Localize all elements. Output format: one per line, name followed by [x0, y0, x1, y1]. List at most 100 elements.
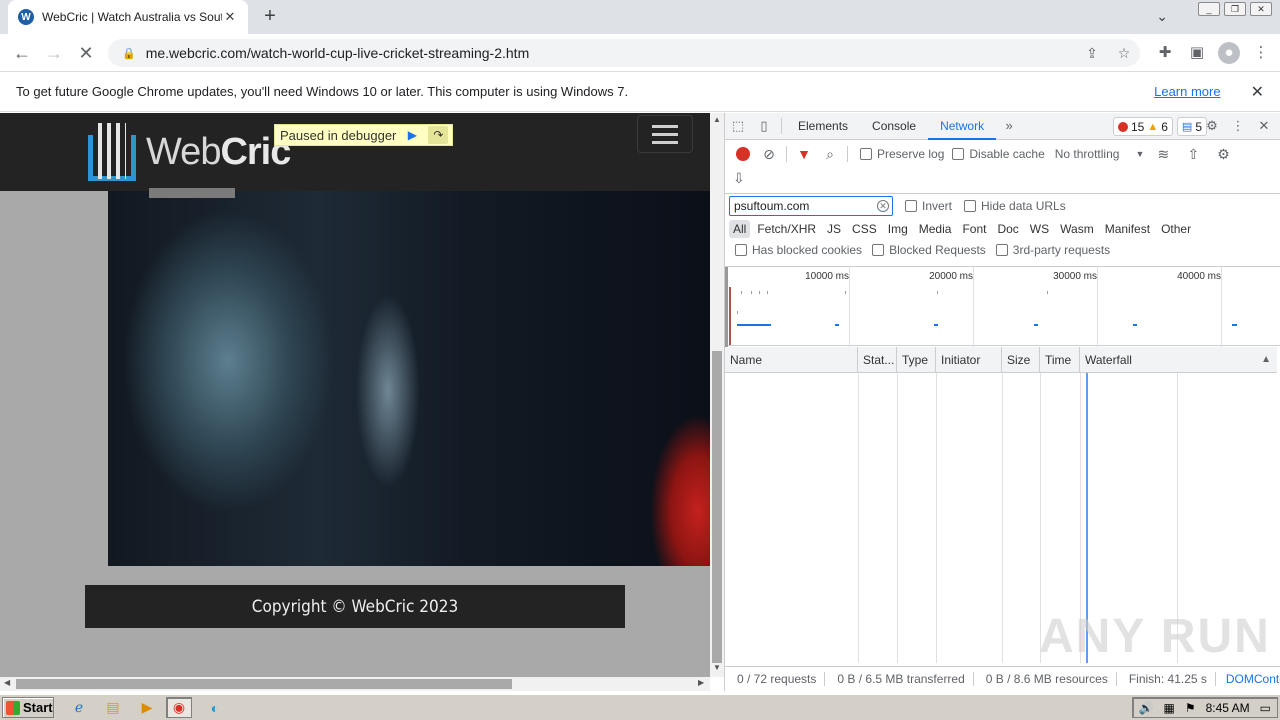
tab-network[interactable]: Network — [928, 113, 997, 140]
url-text[interactable]: me.webcric.com/watch-world-cup-live-cric… — [146, 45, 1076, 61]
clock[interactable]: 8:45 AM — [1206, 701, 1250, 715]
close-window-button[interactable]: ✕ — [1250, 2, 1272, 16]
filter-icon[interactable]: ▼ — [791, 146, 817, 162]
third-party-requests-checkbox[interactable]: 3rd-party requests — [995, 243, 1110, 257]
throttling-select[interactable]: No throttling — [1055, 147, 1120, 161]
tab-close-icon[interactable]: ✕ — [222, 9, 238, 25]
clear-icon[interactable]: ⊘ — [756, 146, 782, 163]
show-desktop-icon[interactable]: ▭ — [1260, 701, 1271, 715]
filter-value[interactable]: psuftoum.com — [734, 199, 809, 213]
page-vertical-scrollbar[interactable]: ▲ ▼ — [710, 113, 724, 677]
vertical-scroll-thumb[interactable] — [712, 351, 722, 663]
page-horizontal-scrollbar[interactable]: ◀ ▶ — [0, 677, 710, 691]
type-filter-ws[interactable]: WS — [1026, 220, 1053, 238]
scroll-left-icon[interactable]: ◀ — [4, 678, 10, 687]
stop-loading-icon[interactable]: ✕ — [74, 42, 98, 64]
infobar-close-icon[interactable]: ✕ — [1251, 82, 1264, 102]
network-overview-timeline[interactable]: 10000 ms 20000 ms 30000 ms 40000 ms — [725, 266, 1280, 347]
type-filter-img[interactable]: Img — [884, 220, 912, 238]
tab-elements[interactable]: Elements — [786, 113, 860, 140]
preserve-log-checkbox[interactable]: Preserve log — [860, 147, 944, 161]
type-filter-fetch-xhr[interactable]: Fetch/XHR — [753, 220, 820, 238]
column-size[interactable]: Size — [1002, 347, 1040, 373]
volume-icon[interactable]: 🔊 — [1139, 701, 1154, 715]
network-tray-icon[interactable]: ▦ — [1164, 701, 1175, 715]
tab-search-chevron-icon[interactable]: ⌄ — [1156, 8, 1168, 25]
scroll-right-icon[interactable]: ▶ — [698, 678, 704, 687]
start-button[interactable]: Start — [2, 697, 54, 718]
hide-data-urls-checkbox[interactable]: Hide data URLs — [964, 199, 1066, 213]
webcric-logo[interactable]: WebCric — [86, 121, 291, 183]
share-icon[interactable]: ⇪ — [1076, 45, 1108, 62]
internet-explorer-icon[interactable]: ℯ — [66, 697, 92, 718]
scroll-down-icon[interactable]: ▼ — [710, 663, 724, 672]
tab-console[interactable]: Console — [860, 113, 928, 140]
horizontal-scroll-thumb[interactable] — [16, 679, 512, 689]
column-initiator[interactable]: Initiator — [936, 347, 1002, 373]
clear-filter-icon[interactable]: ✕ — [877, 200, 889, 212]
column-name[interactable]: Name — [725, 347, 858, 373]
record-icon[interactable] — [736, 147, 750, 161]
type-filter-js[interactable]: JS — [823, 220, 845, 238]
resume-execution-icon[interactable]: ▶ — [402, 126, 422, 144]
type-filter-font[interactable]: Font — [958, 220, 990, 238]
type-filter-other[interactable]: Other — [1157, 220, 1195, 238]
lock-icon[interactable]: 🔒 — [122, 47, 136, 60]
network-conditions-icon[interactable]: ≋ — [1150, 146, 1176, 163]
new-tab-button[interactable]: + — [258, 6, 282, 28]
browser-tab[interactable]: W WebCric | Watch Australia vs South ✕ — [8, 0, 248, 34]
scroll-up-icon[interactable]: ▲ — [710, 115, 724, 124]
has-blocked-cookies-checkbox[interactable]: Has blocked cookies — [735, 243, 862, 257]
devtools-close-icon[interactable]: ✕ — [1251, 113, 1277, 139]
column-waterfall[interactable]: Waterfall — [1080, 347, 1277, 373]
overview-selection-handle[interactable] — [725, 267, 728, 347]
settings-gear-icon[interactable]: ⚙ — [1199, 113, 1225, 139]
disable-cache-checkbox[interactable]: Disable cache — [952, 147, 1045, 161]
address-bar[interactable]: 🔒 me.webcric.com/watch-world-cup-live-cr… — [108, 39, 1140, 67]
type-filter-css[interactable]: CSS — [848, 220, 881, 238]
network-settings-icon[interactable]: ⚙ — [1210, 146, 1236, 163]
chrome-taskbar-icon[interactable]: ◉ — [166, 697, 192, 718]
menu-hamburger-icon[interactable] — [637, 115, 693, 153]
learn-more-link[interactable]: Learn more — [1154, 84, 1220, 99]
back-icon[interactable]: ← — [10, 42, 34, 64]
search-icon[interactable]: ⌕ — [817, 146, 843, 163]
sort-ascending-icon[interactable]: ▲ — [1261, 347, 1271, 373]
bookmark-star-icon[interactable]: ☆ — [1108, 45, 1140, 62]
restore-button[interactable]: ❐ — [1224, 2, 1246, 16]
column-time[interactable]: Time — [1040, 347, 1080, 373]
import-har-icon[interactable]: ⇧ — [1180, 146, 1206, 163]
video-player[interactable] — [108, 191, 710, 566]
type-filter-doc[interactable]: Doc — [993, 220, 1022, 238]
media-player-icon[interactable]: ▶ — [134, 697, 160, 718]
devtools-menu-icon[interactable]: ⋮ — [1225, 113, 1251, 139]
chrome-menu-icon[interactable]: ⋮ — [1250, 42, 1272, 64]
forward-icon[interactable]: → — [42, 42, 66, 64]
action-center-flag-icon[interactable]: ⚑ — [1185, 701, 1196, 715]
file-explorer-icon[interactable]: ▤ — [100, 697, 126, 718]
column-type[interactable]: Type — [897, 347, 936, 373]
minimize-button[interactable]: _ — [1198, 2, 1220, 16]
type-filter-manifest[interactable]: Manifest — [1101, 220, 1154, 238]
type-filter-media[interactable]: Media — [915, 220, 956, 238]
column-status[interactable]: Stat... — [858, 347, 897, 373]
edge-icon[interactable]: ◐ — [202, 697, 228, 718]
side-panel-icon[interactable]: ▣ — [1186, 42, 1208, 64]
extensions-icon[interactable]: ✚ — [1154, 42, 1176, 64]
issue-counts-badge[interactable]: 15 ▲ 6 — [1112, 117, 1173, 136]
export-har-icon[interactable]: ⇩ — [733, 170, 745, 187]
profile-avatar-icon[interactable]: ● — [1218, 42, 1240, 64]
device-toolbar-icon[interactable]: ▯ — [751, 113, 777, 139]
start-label: Start — [23, 700, 53, 715]
blocked-requests-checkbox[interactable]: Blocked Requests — [872, 243, 986, 257]
type-filter-wasm[interactable]: Wasm — [1056, 220, 1098, 238]
chevron-down-icon[interactable]: ▼ — [1135, 149, 1144, 159]
inspect-element-icon[interactable]: ⬚ — [725, 113, 751, 139]
domcontentloaded-link[interactable]: DOMConter — [1216, 672, 1280, 686]
error-count: 15 — [1130, 119, 1145, 134]
more-tabs-icon[interactable]: » — [996, 113, 1022, 139]
filter-input[interactable]: psuftoum.com ✕ — [729, 196, 893, 216]
type-filter-all[interactable]: All — [729, 220, 751, 238]
invert-checkbox[interactable]: Invert — [905, 199, 952, 213]
step-over-icon[interactable]: ↷ — [428, 126, 449, 144]
